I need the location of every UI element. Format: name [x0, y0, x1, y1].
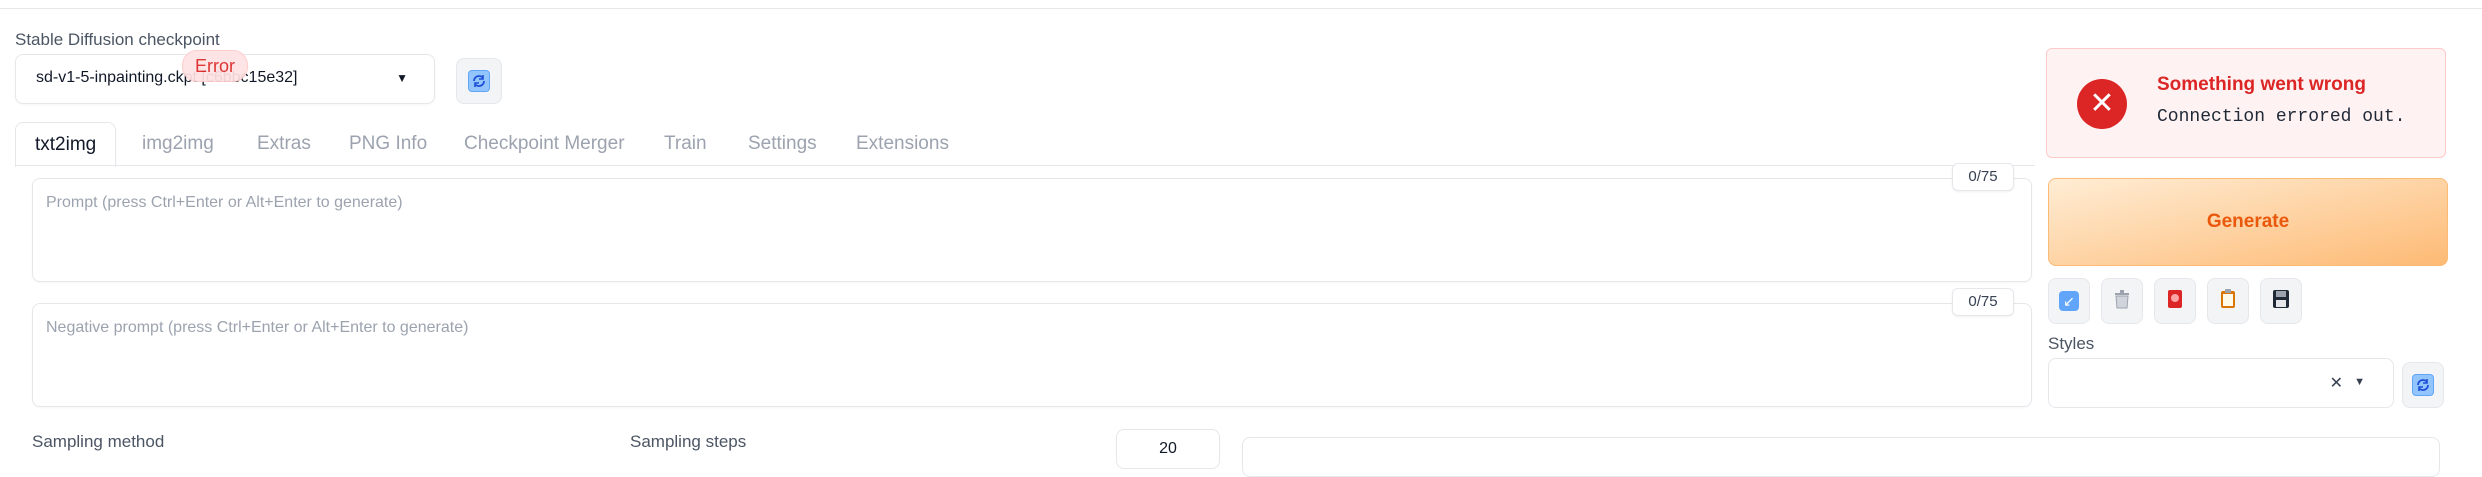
tab-divider	[15, 165, 2035, 166]
tab-extras[interactable]: Extras	[257, 122, 311, 166]
toast-message: Connection errored out.	[2157, 107, 2406, 127]
clear-prompt-button[interactable]	[2101, 278, 2143, 324]
error-toast: ✕ Something went wrong Connection errore…	[2046, 48, 2446, 158]
refresh-icon	[2412, 374, 2434, 396]
checkpoint-label: Stable Diffusion checkpoint	[15, 30, 220, 49]
tab-settings[interactable]: Settings	[748, 122, 817, 166]
styles-dropdown[interactable]: ✕ ▼	[2048, 358, 2394, 408]
paste-button[interactable]	[2207, 278, 2249, 324]
prompt-input[interactable]: Prompt (press Ctrl+Enter or Alt+Enter to…	[32, 178, 2032, 282]
refresh-icon	[468, 70, 490, 92]
checkpoint-value: sd-v1-5-inpainting.ckpt [c6bbc15e32]	[36, 69, 298, 86]
trash-icon	[2112, 288, 2132, 315]
tab-img2img[interactable]: img2img	[142, 122, 214, 166]
tab-png-info[interactable]: PNG Info	[349, 122, 427, 166]
tab-extensions[interactable]: Extensions	[856, 122, 949, 166]
sampling-method-label: Sampling method	[32, 432, 165, 451]
negative-prompt-token-counter: 0/75	[1952, 288, 2014, 316]
error-icon: ✕	[2077, 79, 2127, 129]
prompt-placeholder: Prompt (press Ctrl+Enter or Alt+Enter to…	[46, 194, 403, 211]
arrow-icon: ↙	[2059, 291, 2079, 311]
output-panel	[1242, 437, 2440, 477]
negative-prompt-input[interactable]: Negative prompt (press Ctrl+Enter or Alt…	[32, 303, 2032, 407]
top-divider	[0, 8, 2482, 9]
tab-txt2img[interactable]: txt2img	[15, 122, 117, 167]
save-icon	[2271, 288, 2291, 315]
tab-checkpoint-merger[interactable]: Checkpoint Merger	[464, 122, 625, 166]
chevron-down-icon: ▼	[396, 71, 408, 85]
save-style-button[interactable]	[2260, 278, 2302, 324]
checkpoint-refresh-button[interactable]	[456, 58, 502, 104]
clear-icon[interactable]: ✕	[2330, 373, 2343, 393]
generate-button[interactable]: Generate	[2048, 178, 2448, 266]
sampling-steps-label: Sampling steps	[630, 432, 747, 451]
read-parameters-button[interactable]: ↙	[2048, 278, 2090, 324]
negative-prompt-placeholder: Negative prompt (press Ctrl+Enter or Alt…	[46, 319, 469, 336]
tab-train[interactable]: Train	[664, 122, 707, 166]
error-chip: Error	[182, 50, 248, 82]
sampling-steps-input[interactable]: 20	[1116, 429, 1220, 469]
prompt-token-counter: 0/75	[1952, 163, 2014, 191]
tab-bar: txt2img img2img Extras PNG Info Checkpoi…	[15, 122, 2035, 167]
styles-refresh-button[interactable]	[2402, 362, 2444, 408]
toast-title: Something went wrong	[2157, 74, 2366, 95]
extra-networks-icon	[2165, 288, 2185, 315]
styles-label: Styles	[2048, 334, 2095, 353]
chevron-down-icon: ▼	[2354, 376, 2365, 388]
extra-networks-button[interactable]	[2154, 278, 2196, 324]
clipboard-icon	[2218, 288, 2238, 315]
